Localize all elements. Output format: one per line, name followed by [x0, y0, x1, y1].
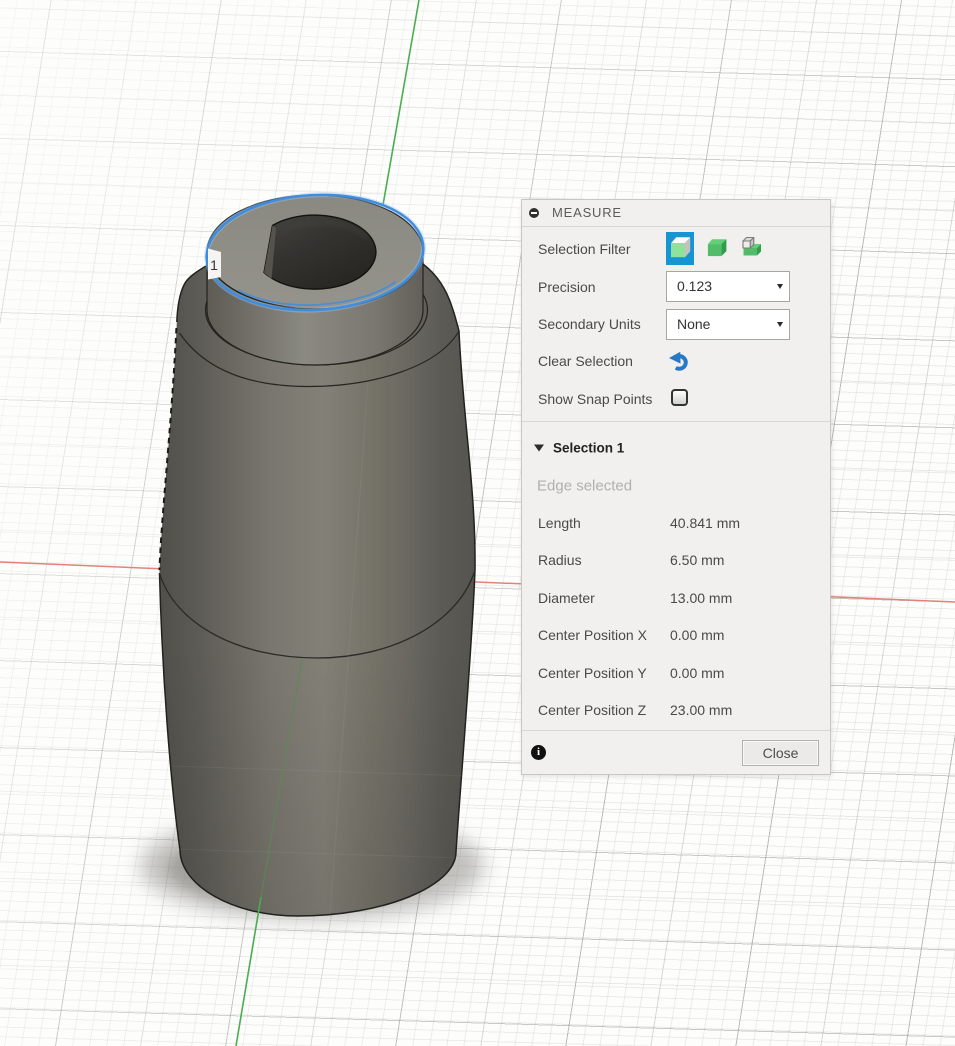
svg-text:1: 1	[210, 257, 218, 273]
